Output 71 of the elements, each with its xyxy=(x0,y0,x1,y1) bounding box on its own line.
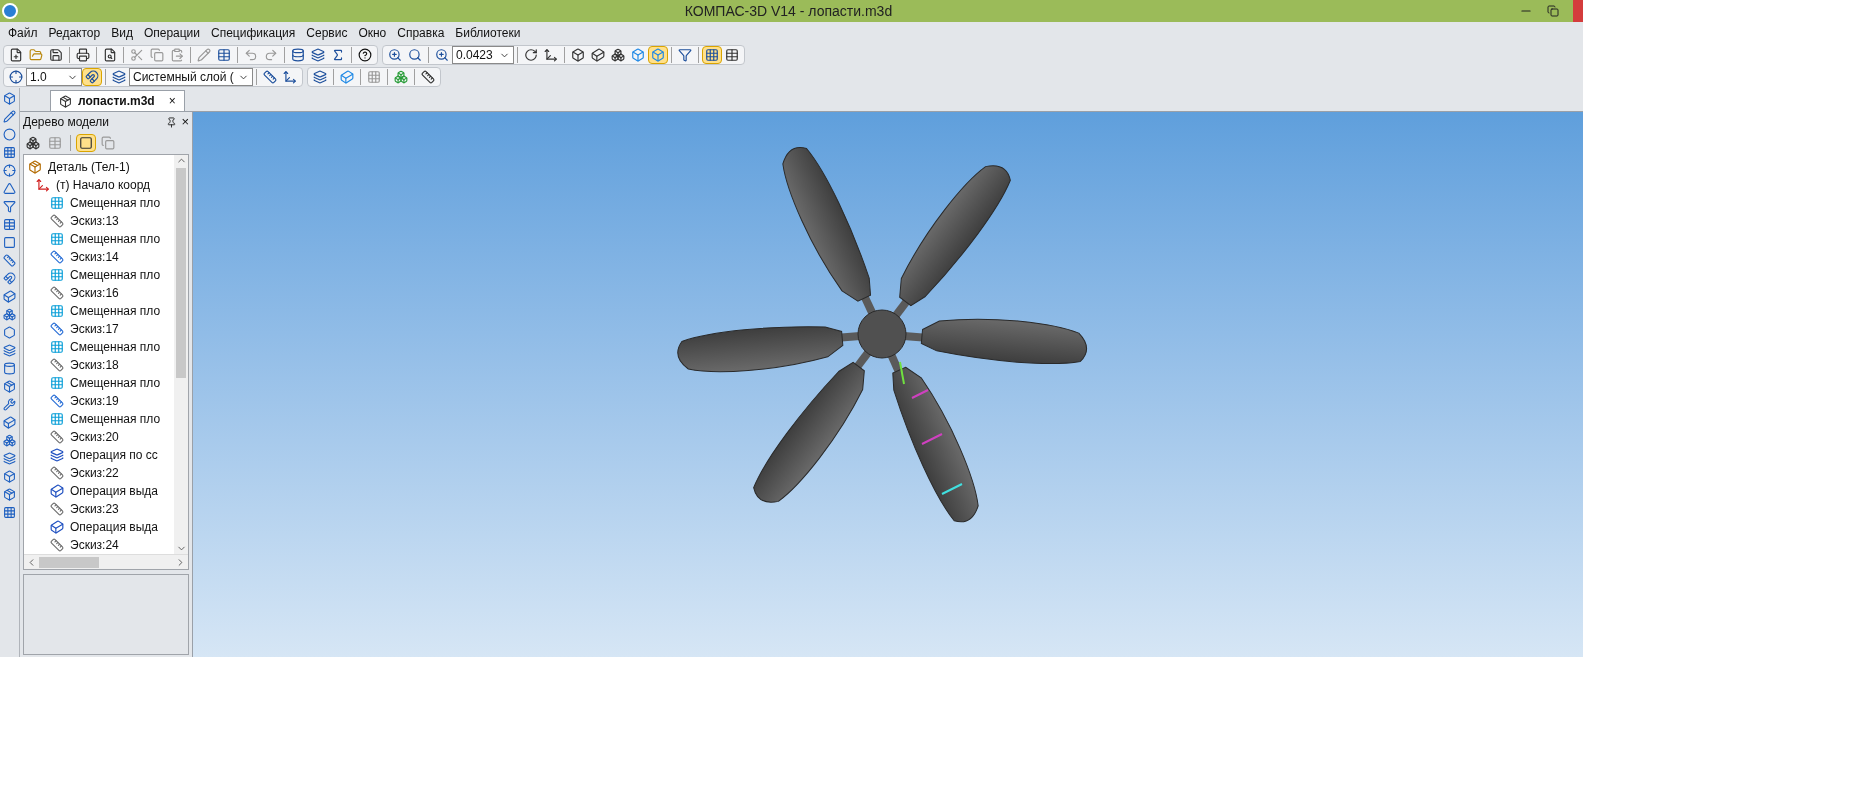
restore-icon[interactable] xyxy=(1547,5,1559,17)
package-icon[interactable] xyxy=(1,486,18,503)
app-logo-icon xyxy=(2,3,18,19)
tree-item[interactable]: Смещенная пло xyxy=(28,302,174,320)
crosshair-icon[interactable] xyxy=(1,162,18,179)
panel-close-button[interactable]: × xyxy=(181,112,189,132)
tree-item[interactable]: Эскиз:20 xyxy=(28,428,174,446)
layer-field[interactable]: Системный слой ( xyxy=(129,68,253,86)
cuboid-icon[interactable] xyxy=(1,414,18,431)
cuboid-icon[interactable] xyxy=(1,288,18,305)
tree-item[interactable]: Эскиз:22 xyxy=(28,464,174,482)
table-icon[interactable] xyxy=(1,216,18,233)
step-field[interactable]: 1.0 xyxy=(26,68,82,86)
layers-icon[interactable] xyxy=(1,450,18,467)
grid-icon[interactable] xyxy=(702,46,722,64)
pin-icon[interactable] xyxy=(166,116,178,128)
menu-item[interactable]: Сервис xyxy=(306,24,348,42)
menu-item[interactable]: Окно xyxy=(358,24,387,42)
layers-icon[interactable] xyxy=(1,342,18,359)
panel-title: Дерево модели xyxy=(23,114,110,131)
cube-icon[interactable] xyxy=(1,468,18,485)
tree-item[interactable]: Смещенная пло xyxy=(28,266,174,284)
wrench-icon[interactable] xyxy=(1,396,18,413)
horizontal-scrollbar[interactable] xyxy=(24,554,188,569)
grid-icon[interactable] xyxy=(1,504,18,521)
pencil-icon[interactable] xyxy=(1,108,18,125)
vertical-scrollbar[interactable] xyxy=(174,155,188,554)
tree-item[interactable]: Эскиз:23 xyxy=(28,500,174,518)
tree-item[interactable]: Эскиз:19 xyxy=(28,392,174,410)
menu-item[interactable]: Библиотеки xyxy=(455,24,521,42)
ruler-icon[interactable] xyxy=(1,252,18,269)
tree-item[interactable]: Эскиз:24 xyxy=(28,536,174,554)
tree-item[interactable]: Эскиз:14 xyxy=(28,248,174,266)
menu-item[interactable]: Редактор xyxy=(48,24,101,42)
tree-item[interactable]: Смещенная пло xyxy=(28,374,174,392)
magnet-icon[interactable] xyxy=(82,68,102,86)
tree-item[interactable]: Операция по сс xyxy=(28,446,174,464)
cuboid-icon xyxy=(50,484,64,498)
scale-field[interactable]: 0.0423 xyxy=(452,46,514,64)
tree-item[interactable]: Деталь (Тел-1) xyxy=(28,158,174,176)
tree-item[interactable]: Операция выда xyxy=(28,482,174,500)
tree-item[interactable]: (т) Начало коорд xyxy=(28,176,174,194)
circle-icon[interactable] xyxy=(1,126,18,143)
tree-item[interactable]: Эскиз:17 xyxy=(28,320,174,338)
tree-item[interactable]: Эскиз:18 xyxy=(28,356,174,374)
menu-item[interactable]: Операции xyxy=(143,24,201,42)
square-icon[interactable] xyxy=(1,234,18,251)
cylinder-icon[interactable] xyxy=(1,360,18,377)
menu-item[interactable]: Файл xyxy=(8,24,38,42)
package-icon[interactable] xyxy=(1,378,18,395)
window-title: КОМПАС-3D V14 - лопасти.m3d xyxy=(684,1,893,21)
layers-icon xyxy=(50,448,64,462)
tree-item[interactable]: Эскиз:13 xyxy=(28,212,174,230)
grid-icon[interactable] xyxy=(1,144,18,161)
menu-item[interactable]: Спецификация xyxy=(211,24,296,42)
document-tab[interactable]: лопасти.m3d × xyxy=(50,90,185,111)
tree-item[interactable]: Эскиз:16 xyxy=(28,284,174,302)
tree-item[interactable]: Смещенная пло xyxy=(28,230,174,248)
menu-item[interactable]: Вид xyxy=(111,24,133,42)
tree-item[interactable]: Смещенная пло xyxy=(28,338,174,356)
funnel-icon[interactable] xyxy=(1,198,18,215)
cube-icon[interactable] xyxy=(1,90,18,107)
magnet-icon[interactable] xyxy=(1,270,18,287)
tree-item[interactable]: Операция выда xyxy=(28,518,174,536)
tree-item[interactable]: Смещенная пло xyxy=(28,410,174,428)
triangle-icon[interactable] xyxy=(1,180,18,197)
axes-icon xyxy=(36,178,50,192)
cuboid-icon xyxy=(50,520,64,534)
menu-item[interactable]: Справка xyxy=(397,24,445,42)
hexagon-icon[interactable] xyxy=(1,324,18,341)
tree-item[interactable]: Смещенная пло xyxy=(28,194,174,212)
